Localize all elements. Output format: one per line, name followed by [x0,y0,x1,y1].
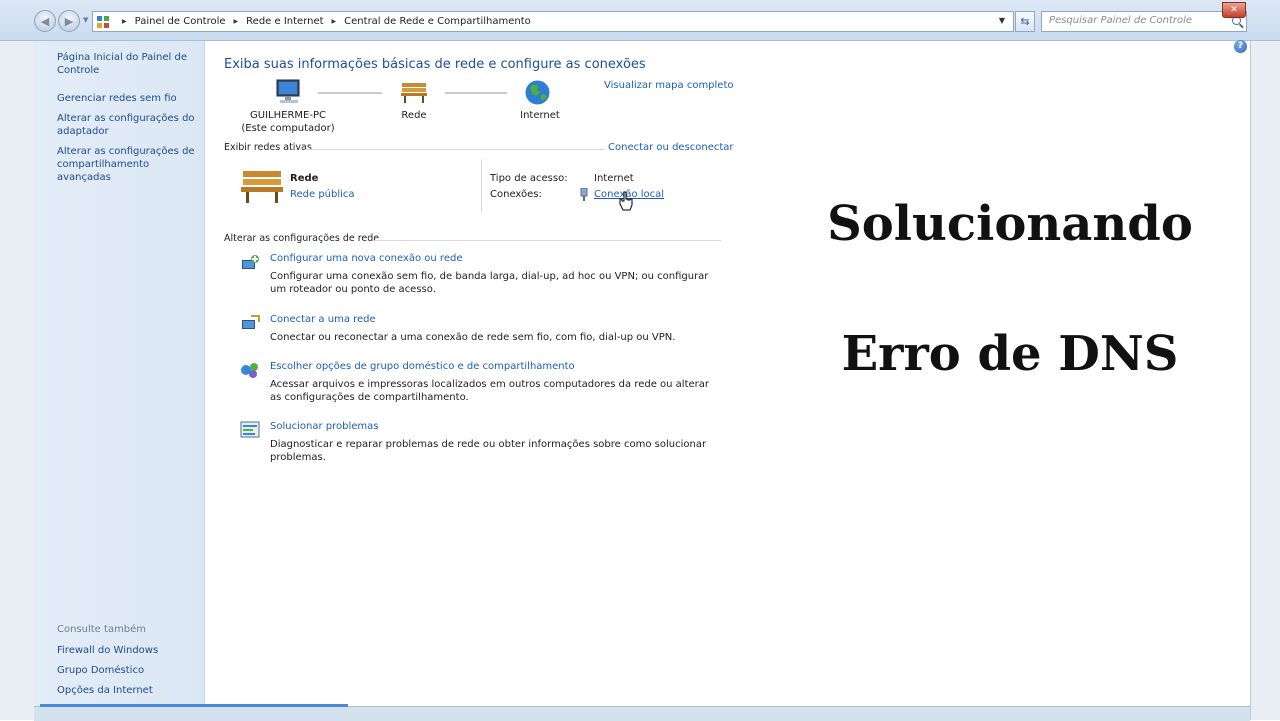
close-icon: ✕ [1230,5,1238,15]
task-troubleshoot-link[interactable]: Solucionar problemas [270,421,378,432]
overlay-title-line1: Solucionando [827,196,1193,252]
search-input[interactable]: Pesquisar Painel de Controle [1041,11,1247,32]
refresh-button[interactable]: ⇆ [1015,11,1035,32]
task-homegroup-desc: Acessar arquivos e impressoras localizad… [270,379,710,403]
change-settings-heading: Alterar as configurações de rede [224,233,380,244]
task-new-connection-link[interactable]: Configurar uma nova conexão ou rede [270,253,462,264]
connect-network-icon [242,315,260,329]
task-new-connection-desc: Configurar uma conexão sem fio, de banda… [270,271,709,295]
see-also-homegroup[interactable]: Grupo Doméstico [57,664,197,677]
internet-node-label: Internet [520,110,560,121]
computer-name: GUILHERME-PC [250,110,326,121]
task-troubleshoot-desc: Diagnosticar e reparar problemas de rede… [270,439,707,463]
address-bar[interactable]: ▶ Painel de Controle ▶ Rede e Internet ▶… [92,11,1014,32]
overlay-title-line2: Erro de DNS [841,326,1179,382]
task-connect-network-desc: Conectar ou reconectar a uma conexão de … [270,332,676,343]
access-type-label: Tipo de acesso: [490,173,568,184]
hand-cursor-icon [619,191,633,211]
sidebar-link-sharing[interactable]: Alterar as configurações de compartilham… [57,145,202,184]
homegroup-icon [241,363,258,378]
network-type-link[interactable]: Rede pública [290,189,355,200]
forward-arrow-icon: ▶ [64,14,74,28]
back-arrow-icon: ◀ [40,14,50,28]
map-connector [445,92,507,94]
computer-sublabel: (Este computador) [241,123,335,134]
connections-label: Conexões: [490,189,542,200]
task-homegroup-link[interactable]: Escolher opções de grupo doméstico e de … [270,361,575,372]
page-title: Exiba suas informações básicas de rede e… [224,57,646,72]
navigation-bar: ◀ ▶ ▼ ▶ Painel de Controle ▶ Rede e Inte… [0,0,1280,41]
section-divider [373,240,721,241]
status-strip [34,706,1250,721]
vertical-divider [481,159,482,213]
window-left-frame [0,0,35,720]
control-panel-icon [96,15,110,29]
connect-disconnect-link[interactable]: Conectar ou desconectar [608,142,734,153]
section-divider [305,149,605,150]
see-also-heading: Consulte também [57,624,147,635]
see-also-firewall[interactable]: Firewall do Windows [57,644,197,657]
breadcrumb-painel-de-controle[interactable]: Painel de Controle [135,16,226,27]
close-button[interactable]: ✕ [1222,2,1246,18]
sidebar-link-adapter[interactable]: Alterar as configurações do adaptador [57,112,197,138]
sidebar-link-home[interactable]: Página Inicial do Painel de Controle [57,51,197,77]
globe-icon [525,80,550,105]
troubleshoot-icon [240,421,260,438]
horizontal-scrollbar[interactable] [40,704,348,707]
window-right-frame [1250,0,1280,720]
new-connection-icon [242,255,259,269]
see-also-internet-options[interactable]: Opções da Internet [57,684,197,697]
map-connector [318,92,382,94]
back-button[interactable]: ◀ [34,10,56,32]
bench-network-icon [241,171,283,203]
bench-network-icon [401,83,427,103]
computer-icon [276,79,300,103]
task-connect-network-link[interactable]: Conectar a uma rede [270,314,376,325]
active-network-name: Rede [290,173,319,184]
breadcrumb-separator-icon: ▶ [122,18,127,25]
refresh-icon: ⇆ [1020,15,1030,28]
sidebar: Página Inicial do Painel de Controle Ger… [34,41,205,707]
ethernet-connection-icon [580,188,588,201]
help-icon[interactable]: ? [1234,40,1247,53]
active-networks-heading: Exibir redes ativas [224,142,312,153]
breadcrumb-central-de-rede[interactable]: Central de Rede e Compartilhamento [344,16,531,27]
search-placeholder: Pesquisar Painel de Controle [1049,15,1193,26]
access-type-value: Internet [594,173,634,184]
breadcrumb-rede-e-internet[interactable]: Rede e Internet [246,16,323,27]
full-map-link[interactable]: Visualizar mapa completo [604,80,734,91]
sidebar-link-wireless[interactable]: Gerenciar redes sem fio [57,92,197,105]
breadcrumb-separator-icon[interactable]: ▶ [234,18,239,25]
breadcrumb-separator-icon[interactable]: ▶ [332,18,337,25]
recent-pages-dropdown-icon[interactable]: ▼ [83,16,88,24]
forward-button[interactable]: ▶ [58,10,80,32]
network-node-label: Rede [401,110,427,121]
address-dropdown-icon[interactable]: ▼ [999,16,1005,25]
